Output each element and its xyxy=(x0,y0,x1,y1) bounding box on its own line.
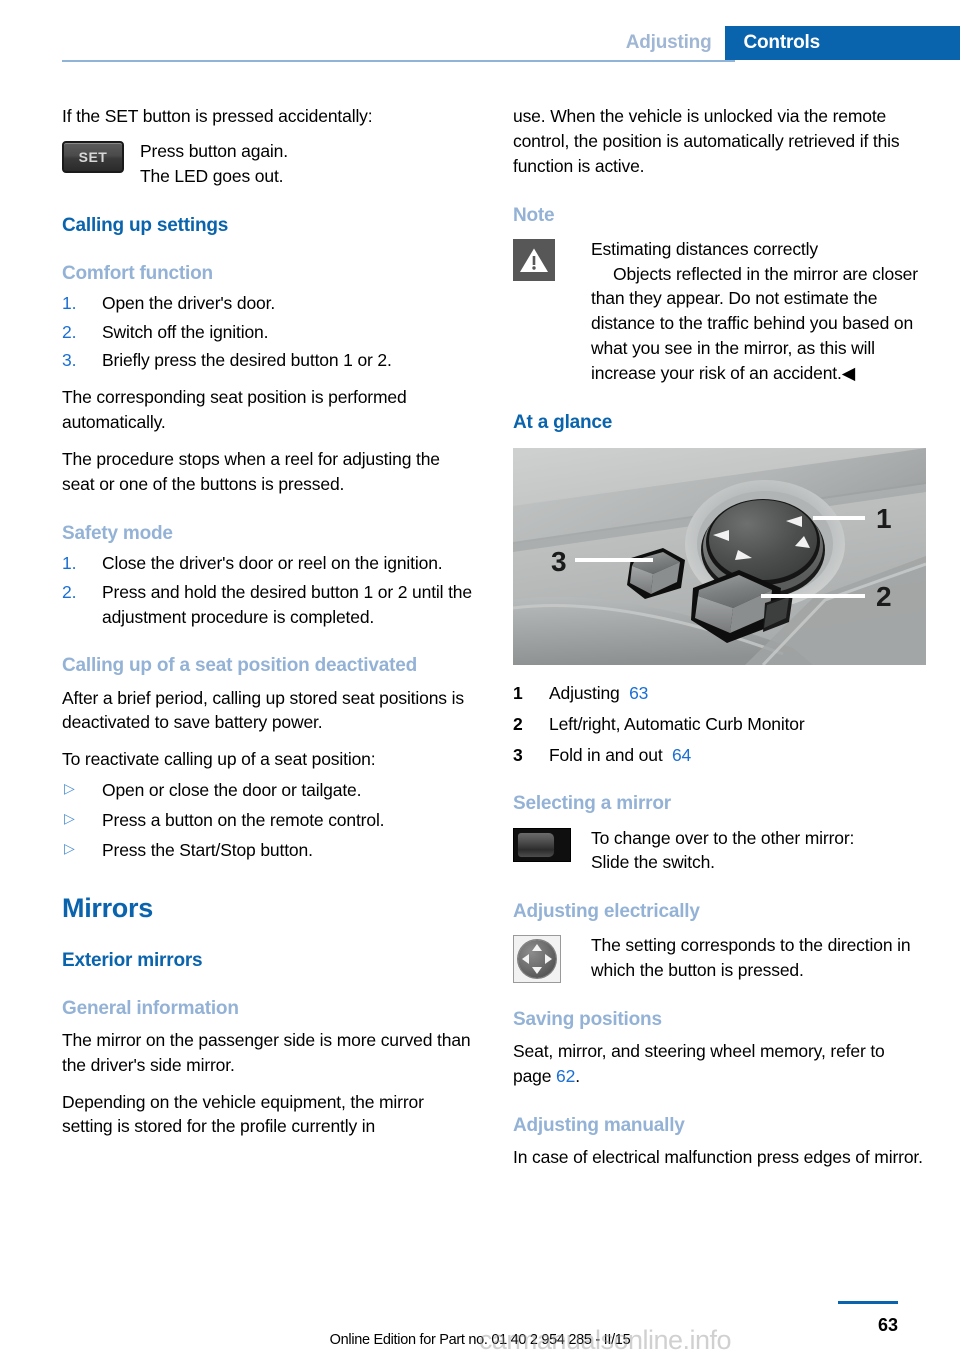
safety-mode-steps: Close the driver's door or reel on the i… xyxy=(62,551,475,630)
selecting-mirror-line-1: To change over to the other mirror: xyxy=(591,827,855,848)
note-body: Objects reflected in the mirror are clos… xyxy=(591,262,926,386)
deactivated-paragraph-2: To reactivate calling up of a seat posit… xyxy=(62,749,376,770)
heading-calling-up-settings: Calling up settings xyxy=(62,214,229,236)
legend-label: Fold in and out xyxy=(549,744,663,765)
list-item: 2 Left/right, Automatic Curb Monitor xyxy=(513,712,926,737)
heading-adjusting-manually: Adjusting manually xyxy=(513,1115,685,1137)
joystick-icon xyxy=(513,935,561,984)
heading-general-information: General information xyxy=(62,997,239,1019)
list-item: 1 Adjusting 63 xyxy=(513,681,926,706)
continued-paragraph: use. When the vehicle is unlocked via th… xyxy=(513,106,900,176)
list-item: Press and hold the desired button 1 or 2… xyxy=(62,580,472,627)
joystick-icon-wrapper xyxy=(513,935,561,984)
saving-page-ref[interactable]: 62 xyxy=(556,1066,575,1086)
list-item: Close the driver's door or reel on the i… xyxy=(62,551,443,576)
footer-page-rule xyxy=(838,1301,898,1304)
heading-exterior-mirrors: Exterior mirrors xyxy=(62,949,203,971)
comfort-function-steps: Open the driver's door. Switch off the i… xyxy=(62,291,475,374)
legend-number: 2 xyxy=(513,713,523,734)
heading-safety-mode: Safety mode xyxy=(62,522,173,544)
legend-number: 1 xyxy=(513,682,523,703)
note-title: Estimating distances correctly xyxy=(591,238,818,259)
arrow-up-icon xyxy=(532,944,542,952)
heading-calling-up-deactivated: Calling up of a seat position deactivate… xyxy=(62,655,417,677)
header-divider-rule xyxy=(62,60,735,62)
header-chapter-label: Adjusting xyxy=(625,32,712,53)
svg-text:3: 3 xyxy=(551,546,567,577)
set-button-icon: SET xyxy=(62,140,124,173)
set-button-block: SET Press button again. The LED goes out… xyxy=(62,139,475,189)
adjusting-electrically-block: The setting corresponds to the direction… xyxy=(513,933,926,984)
footer-edition-text: Online Edition for Part no. 01 40 2 954 … xyxy=(329,1332,631,1348)
general-paragraph-2: Depending on the vehicle equipment, the … xyxy=(62,1091,424,1137)
list-item: Switch off the ignition. xyxy=(62,320,269,345)
legend-page-ref[interactable]: 64 xyxy=(672,745,691,765)
joystick-dial xyxy=(518,940,556,979)
arrow-left-icon xyxy=(522,954,529,965)
set-button-icon-label: SET xyxy=(78,148,108,165)
page-header: Adjusting Controls xyxy=(0,0,960,62)
list-item: Open or close the door or tailgate. xyxy=(62,778,475,803)
note-warning-block: Estimating distances correctly Objects r… xyxy=(513,237,926,386)
heading-comfort-function: Comfort function xyxy=(62,262,213,284)
set-block-line-1: Press button again. xyxy=(140,140,288,161)
selecting-mirror-line-2: Slide the switch. xyxy=(591,852,715,873)
heading-selecting-a-mirror: Selecting a mirror xyxy=(513,793,671,815)
warning-icon-wrapper xyxy=(513,238,555,281)
comfort-paragraph-1: The corresponding seat position is perfo… xyxy=(62,387,407,433)
right-column: use. When the vehicle is unlocked via th… xyxy=(513,96,926,1170)
slide-switch-icon-wrapper xyxy=(513,827,571,862)
legend-label: Left/right, Automatic Curb Monitor xyxy=(549,713,805,734)
list-item: Press a button on the remote control. xyxy=(62,808,475,833)
saving-text-after: . xyxy=(575,1066,580,1087)
slide-switch-icon xyxy=(513,827,571,862)
illustration-legend: 1 Adjusting 63 2 Left/right, Automatic Cur… xyxy=(513,681,926,768)
page-title-mirrors: Mirrors xyxy=(62,892,153,923)
warning-triangle-icon xyxy=(513,238,555,281)
comfort-paragraph-2: The procedure stops when a reel for adju… xyxy=(62,448,440,494)
heading-note: Note xyxy=(513,204,555,226)
arrow-down-icon xyxy=(532,967,542,975)
slide-switch-thumb xyxy=(517,831,555,858)
selecting-mirror-block: To change over to the other mirror: Slid… xyxy=(513,826,926,876)
list-item: Open the driver's door. xyxy=(62,291,276,316)
set-intro-paragraph: If the SET button is pressed accidentall… xyxy=(62,106,373,126)
header-tabs: Adjusting Controls xyxy=(626,26,960,60)
adjusting-electrically-text: The setting corresponds to the direction… xyxy=(591,935,911,981)
mirror-controls-illustration: 1 2 3 xyxy=(513,447,926,665)
header-section-label: Controls xyxy=(725,26,960,60)
reactivate-bullet-list: Open or close the door or tailgate. Pres… xyxy=(62,778,475,863)
heading-adjusting-electrically: Adjusting electrically xyxy=(513,901,700,923)
heading-at-a-glance: At a glance xyxy=(513,411,613,433)
page-footer: 63 Online Edition for Part no. 01 40 2 9… xyxy=(0,1284,960,1362)
arrow-right-icon xyxy=(545,954,552,965)
set-button-icon-wrapper: SET xyxy=(62,140,124,173)
list-item: 3 Fold in and out 64 xyxy=(513,743,926,768)
note-end-marker: ◀ xyxy=(841,362,856,383)
deactivated-paragraph-1: After a brief period, calling up stored … xyxy=(62,687,464,733)
svg-text:1: 1 xyxy=(876,503,892,534)
left-column: If the SET button is pressed accidentall… xyxy=(62,96,475,1139)
legend-number: 3 xyxy=(513,744,523,765)
note-body-text: Objects reflected in the mirror are clos… xyxy=(591,263,918,383)
legend-label: Adjusting xyxy=(549,682,620,703)
adjusting-manually-paragraph: In case of electrical malfunction press … xyxy=(513,1147,923,1168)
set-block-line-2: The LED goes out. xyxy=(140,165,284,186)
saving-positions-paragraph: Seat, mirror, and steering wheel memory,… xyxy=(513,1039,926,1089)
svg-text:2: 2 xyxy=(876,581,892,612)
heading-saving-positions: Saving positions xyxy=(513,1009,662,1031)
list-item: Briefly press the desired button 1 or 2. xyxy=(62,348,392,373)
list-item: Press the Start/Stop button. xyxy=(62,838,475,863)
general-paragraph-1: The mirror on the passenger side is more… xyxy=(62,1029,471,1075)
legend-page-ref[interactable]: 63 xyxy=(629,683,648,703)
